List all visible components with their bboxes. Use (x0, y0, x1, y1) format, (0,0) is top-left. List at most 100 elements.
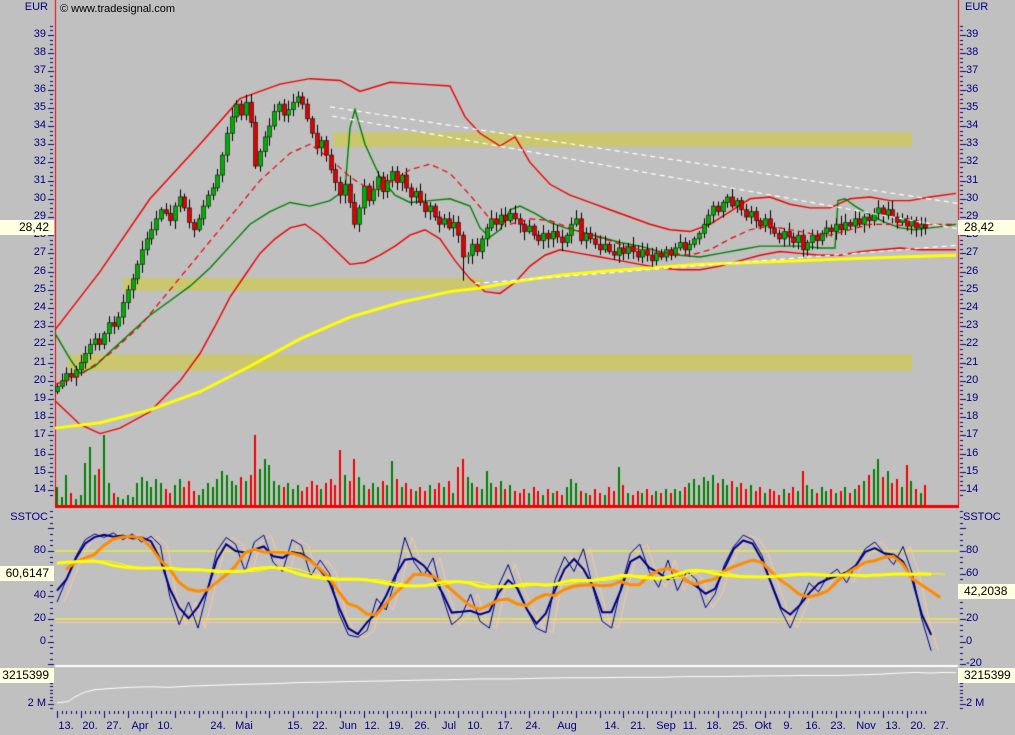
x-axis-label: 14. (604, 720, 619, 732)
x-axis-label: Sep (656, 720, 676, 732)
sstoc-axis-tick-right: 0 (966, 635, 972, 647)
x-axis-label: Mai (235, 720, 253, 732)
price-axis-currency-left: EUR (0, 1, 48, 13)
volume-axis-label-left: 2 M (0, 697, 46, 709)
price-axis-tick-right: 25 (966, 283, 978, 295)
x-axis-label: 25. (732, 720, 747, 732)
price-axis-tick-right: 37 (966, 64, 978, 76)
sstoc-title-left: SSTOC (0, 511, 48, 523)
price-axis-tick-right: 33 (966, 137, 978, 149)
price-axis-tick-left: 35 (0, 101, 46, 113)
trading-chart-window: EUR EUR © www.tradesignal.com 28,42 28,4… (0, 0, 1015, 735)
price-axis-tick-right: 16 (966, 447, 978, 459)
x-axis-label: 16. (805, 720, 820, 732)
sstoc-axis-tick-right: 60 (966, 567, 978, 579)
price-axis-tick-left: 32 (0, 155, 46, 167)
x-axis-label: 24. (525, 720, 540, 732)
price-axis-tick-left: 24 (0, 301, 46, 313)
sstoc-axis-tick-left: 80 (0, 544, 46, 556)
price-axis-tick-right: 15 (966, 465, 978, 477)
price-axis-tick-right: 36 (966, 83, 978, 95)
copyright-watermark: © www.tradesignal.com (60, 3, 175, 15)
price-axis-tick-left: 30 (0, 192, 46, 204)
price-axis-tick-left: 27 (0, 246, 46, 258)
x-axis-label: 15. (287, 720, 302, 732)
x-axis-label: Jun (339, 720, 357, 732)
sstoc-axis-tick-left: 20 (0, 612, 46, 624)
x-axis-label: 22. (312, 720, 327, 732)
x-axis-label: 26. (414, 720, 429, 732)
x-axis-label: 21. (630, 720, 645, 732)
volume-value-tag-right: 3215399 (958, 668, 1015, 683)
chart-canvas[interactable] (0, 0, 1015, 735)
sstoc-axis-tick-left: 0 (0, 635, 46, 647)
price-axis-tick-right: 20 (966, 374, 978, 386)
volume-axis-label-right: 2 M (966, 697, 984, 709)
x-axis-label: 10. (157, 720, 172, 732)
price-axis-tick-right: 24 (966, 301, 978, 313)
price-axis-tick-right: 18 (966, 410, 978, 422)
last-price-tag-left: 28,42 (0, 220, 54, 235)
x-axis-label: 12. (364, 720, 379, 732)
x-axis-label: 23. (830, 720, 845, 732)
price-axis-tick-right: 34 (966, 119, 978, 131)
price-axis-tick-left: 16 (0, 447, 46, 459)
last-price-tag-right: 28,42 (958, 220, 1015, 235)
x-axis-label: 13. (58, 720, 73, 732)
price-axis-tick-left: 26 (0, 265, 46, 277)
price-axis-tick-right: 26 (966, 265, 978, 277)
price-axis-tick-left: 17 (0, 428, 46, 440)
x-axis-label: Nov (856, 720, 876, 732)
price-axis-tick-left: 39 (0, 28, 46, 40)
x-axis-label: 11. (683, 720, 697, 732)
price-axis-tick-right: 38 (966, 46, 978, 58)
price-axis-tick-left: 18 (0, 410, 46, 422)
price-axis-currency-right: EUR (965, 1, 988, 13)
x-axis-label: Jul (442, 720, 456, 732)
x-axis-label: Okt (754, 720, 771, 732)
x-axis-label: 20. (82, 720, 97, 732)
sstoc-value-tag-left: 60,6147 (0, 566, 54, 581)
price-axis-tick-right: 21 (966, 356, 978, 368)
x-axis-label: 13. (885, 720, 900, 732)
x-axis-label: Aug (557, 720, 577, 732)
price-axis-tick-right: 17 (966, 428, 978, 440)
price-axis-tick-left: 34 (0, 119, 46, 131)
price-axis-tick-right: 19 (966, 392, 978, 404)
price-axis-tick-left: 38 (0, 46, 46, 58)
x-axis-label: 19. (388, 720, 403, 732)
sstoc-value-tag-right: 42,2038 (958, 584, 1015, 599)
price-axis-tick-left: 22 (0, 337, 46, 349)
price-axis-tick-right: 27 (966, 246, 978, 258)
sstoc-axis-tick-left: 40 (0, 589, 46, 601)
sstoc-axis-tick-right: 80 (966, 544, 978, 556)
price-axis-tick-left: 25 (0, 283, 46, 295)
x-axis-label: 17. (497, 720, 512, 732)
x-axis-label: 20. (910, 720, 925, 732)
price-axis-tick-left: 37 (0, 64, 46, 76)
price-axis-tick-right: 31 (966, 174, 978, 186)
price-axis-tick-right: 32 (966, 155, 978, 167)
price-axis-tick-left: 15 (0, 465, 46, 477)
x-axis-label: 18. (706, 720, 721, 732)
x-axis-label: 9. (783, 720, 792, 732)
price-axis-tick-left: 20 (0, 374, 46, 386)
price-axis-tick-left: 14 (0, 483, 46, 495)
sstoc-axis-tick-right: 20 (966, 612, 978, 624)
price-axis-tick-left: 21 (0, 356, 46, 368)
price-axis-tick-left: 23 (0, 319, 46, 331)
price-axis-tick-right: 23 (966, 319, 978, 331)
price-axis-tick-right: 35 (966, 101, 978, 113)
price-axis-tick-left: 31 (0, 174, 46, 186)
price-axis-tick-left: 36 (0, 83, 46, 95)
price-axis-tick-right: 39 (966, 28, 978, 40)
x-axis-label: Apr (131, 720, 148, 732)
price-axis-tick-right: 14 (966, 483, 978, 495)
price-axis-tick-right: 22 (966, 337, 978, 349)
x-axis-label: 27. (933, 720, 948, 732)
volume-value-tag-left: 3215399 (0, 668, 54, 683)
x-axis-label: 27. (106, 720, 121, 732)
price-axis-tick-left: 19 (0, 392, 46, 404)
price-axis-tick-right: 30 (966, 192, 978, 204)
sstoc-title-right: SSTOC (963, 511, 1001, 523)
